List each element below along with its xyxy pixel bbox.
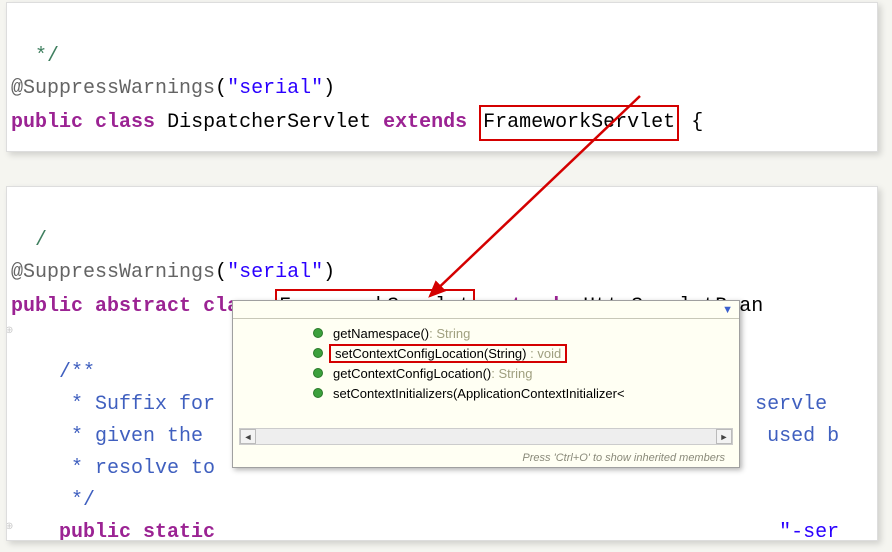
javadoc-l3a: * resolve to	[11, 457, 215, 480]
ac-return-type: : String	[429, 326, 470, 341]
autocomplete-popup[interactable]: ▼ getNamespace() : String setContextConf…	[232, 300, 740, 468]
autocomplete-item[interactable]: setContextInitializers(ApplicationContex…	[233, 383, 739, 403]
method-public-icon	[313, 348, 323, 358]
javadoc-open: /**	[11, 361, 95, 384]
ac-method-name: getContextConfigLocation()	[333, 366, 491, 381]
kw-abstract: abstract	[95, 295, 191, 318]
kw-public-2: public	[11, 295, 83, 318]
kw-public: public	[11, 111, 83, 134]
brace-open: {	[679, 111, 703, 134]
scroll-right-button[interactable]: ►	[716, 429, 732, 444]
gutter-collapse-icon-2[interactable]: ⊕	[6, 519, 13, 535]
annotation-suppress: @SuppressWarnings	[11, 77, 215, 100]
kw-class: class	[95, 111, 155, 134]
highlight-frameworkservlet-top: FrameworkServlet	[479, 105, 679, 141]
ac-method-name: setContextConfigLocation(String)	[335, 346, 527, 361]
paren-close: )	[323, 77, 335, 100]
autocomplete-list: getNamespace() : String setContextConfig…	[233, 319, 739, 407]
method-public-icon	[313, 328, 323, 338]
autocomplete-item[interactable]: getContextConfigLocation() : String	[233, 363, 739, 383]
method-public-icon	[313, 388, 323, 398]
autocomplete-item-selected[interactable]: setContextConfigLocation(String) : void	[233, 343, 739, 363]
scroll-left-button[interactable]: ◄	[240, 429, 256, 444]
autocomplete-item[interactable]: getNamespace() : String	[233, 323, 739, 343]
autocomplete-hint: Press 'Ctrl+O' to show inherited members	[522, 452, 725, 464]
kw-extends: extends	[383, 111, 467, 134]
ac-method-name: getNamespace()	[333, 326, 429, 341]
paren-open: (	[215, 77, 227, 100]
horizontal-scrollbar[interactable]: ◄ ►	[239, 428, 733, 445]
kw-public-3: public	[11, 521, 131, 541]
string-tail: "-ser	[779, 521, 839, 541]
ac-method-name: setContextInitializers(ApplicationContex…	[333, 386, 625, 401]
autocomplete-toolbar: ▼	[233, 301, 739, 319]
paren-close-2: )	[323, 261, 335, 284]
javadoc-l1b: servle	[743, 393, 827, 416]
class-dispatcher: DispatcherServlet	[167, 111, 371, 134]
javadoc-l2b: used b	[755, 425, 839, 448]
method-public-icon	[313, 368, 323, 378]
comment-frag: /	[11, 229, 47, 252]
code-panel-top: */ @SuppressWarnings("serial") public cl…	[6, 2, 878, 152]
highlight-setcontextconfig: setContextConfigLocation(String) : void	[329, 344, 567, 363]
ac-return-type: : String	[491, 366, 532, 381]
comment-end: */	[11, 45, 59, 68]
annotation-suppress-2: @SuppressWarnings	[11, 261, 215, 284]
kw-static: static	[143, 521, 215, 541]
paren-open-2: (	[215, 261, 227, 284]
string-serial: "serial"	[227, 77, 323, 100]
javadoc-close: */	[11, 489, 95, 512]
string-serial-2: "serial"	[227, 261, 323, 284]
ac-return-type: : void	[527, 346, 562, 361]
dropdown-arrow-icon[interactable]: ▼	[722, 304, 733, 316]
javadoc-l1a: * Suffix for	[11, 393, 215, 416]
gutter-collapse-icon[interactable]: ⊕	[6, 323, 13, 339]
javadoc-l2a: * given the	[11, 425, 203, 448]
